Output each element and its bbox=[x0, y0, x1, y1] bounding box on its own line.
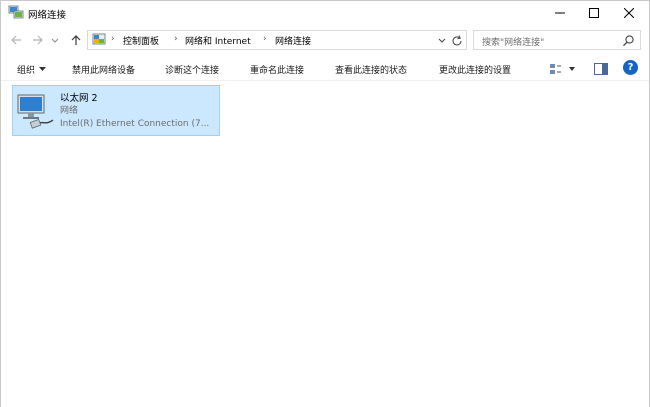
network-connections-icon bbox=[8, 5, 24, 19]
window-title: 网络连接 bbox=[28, 10, 67, 21]
forward-arrow-icon bbox=[33, 35, 43, 45]
control-panel-icon bbox=[92, 33, 106, 45]
change-settings-button[interactable]: 更改此连接的设置 bbox=[439, 63, 511, 76]
connection-device: Intel(R) Ethernet Connection (7... bbox=[60, 119, 210, 129]
maximize-icon bbox=[589, 8, 599, 18]
close-icon bbox=[624, 8, 634, 18]
organize-label: 组织 bbox=[17, 66, 36, 76]
search-icon[interactable] bbox=[622, 34, 635, 47]
breadcrumb-separator: › bbox=[263, 34, 267, 44]
chevron-down-icon bbox=[51, 38, 59, 43]
back-arrow-icon bbox=[11, 35, 21, 45]
change-view-icon[interactable] bbox=[549, 61, 577, 77]
ethernet-adapter-icon bbox=[17, 94, 54, 129]
connection-name: 以太网 2 bbox=[60, 93, 98, 104]
network-connections-window: 网络连接 › 控制面板 › 网络和 Internet › 网络连接 搜索"网络连… bbox=[0, 0, 650, 407]
view-status-button[interactable]: 查看此连接的状态 bbox=[335, 63, 407, 76]
caret-down-icon bbox=[39, 67, 47, 71]
up-button[interactable] bbox=[68, 32, 84, 48]
diagnose-button[interactable]: 诊断这个连接 bbox=[165, 63, 219, 76]
preview-pane-icon[interactable] bbox=[593, 61, 609, 77]
maximize-button[interactable] bbox=[578, 1, 610, 25]
close-button[interactable] bbox=[613, 1, 645, 25]
disable-device-button[interactable]: 禁用此网络设备 bbox=[72, 63, 135, 76]
connection-status: 网络 bbox=[60, 106, 79, 116]
breadcrumb-separator: › bbox=[174, 34, 178, 44]
breadcrumb-network-internet[interactable]: 网络和 Internet bbox=[185, 34, 251, 47]
breadcrumb-control-panel[interactable]: 控制面板 bbox=[123, 34, 159, 47]
minimize-icon bbox=[555, 12, 565, 14]
address-dropdown-icon[interactable] bbox=[437, 36, 447, 46]
help-button[interactable]: ? bbox=[623, 60, 638, 75]
forward-button[interactable] bbox=[30, 32, 46, 48]
organize-menu[interactable]: 组织 bbox=[17, 63, 47, 76]
rename-button[interactable]: 重命名此连接 bbox=[250, 63, 304, 76]
connections-list: 以太网 2 网络 Intel(R) Ethernet Connection (7… bbox=[1, 82, 649, 407]
connection-item-ethernet-2[interactable]: 以太网 2 网络 Intel(R) Ethernet Connection (7… bbox=[12, 85, 220, 136]
navigation-bar: › 控制面板 › 网络和 Internet › 网络连接 搜索"网络连接" bbox=[1, 25, 649, 55]
search-box[interactable]: 搜索"网络连接" bbox=[473, 30, 641, 50]
search-input[interactable]: 搜索"网络连接" bbox=[482, 35, 544, 48]
back-button[interactable] bbox=[8, 32, 24, 48]
up-arrow-icon bbox=[71, 35, 81, 45]
address-bar[interactable]: › 控制面板 › 网络和 Internet › 网络连接 bbox=[87, 30, 467, 50]
recent-locations-button[interactable] bbox=[49, 32, 61, 48]
breadcrumb-network-connections[interactable]: 网络连接 bbox=[275, 34, 311, 47]
title-bar: 网络连接 bbox=[1, 1, 649, 25]
command-bar: 组织 禁用此网络设备 诊断这个连接 重命名此连接 查看此连接的状态 更改此连接的… bbox=[1, 57, 649, 81]
refresh-icon[interactable] bbox=[450, 34, 464, 48]
minimize-button[interactable] bbox=[544, 1, 576, 25]
breadcrumb-separator: › bbox=[111, 34, 115, 44]
